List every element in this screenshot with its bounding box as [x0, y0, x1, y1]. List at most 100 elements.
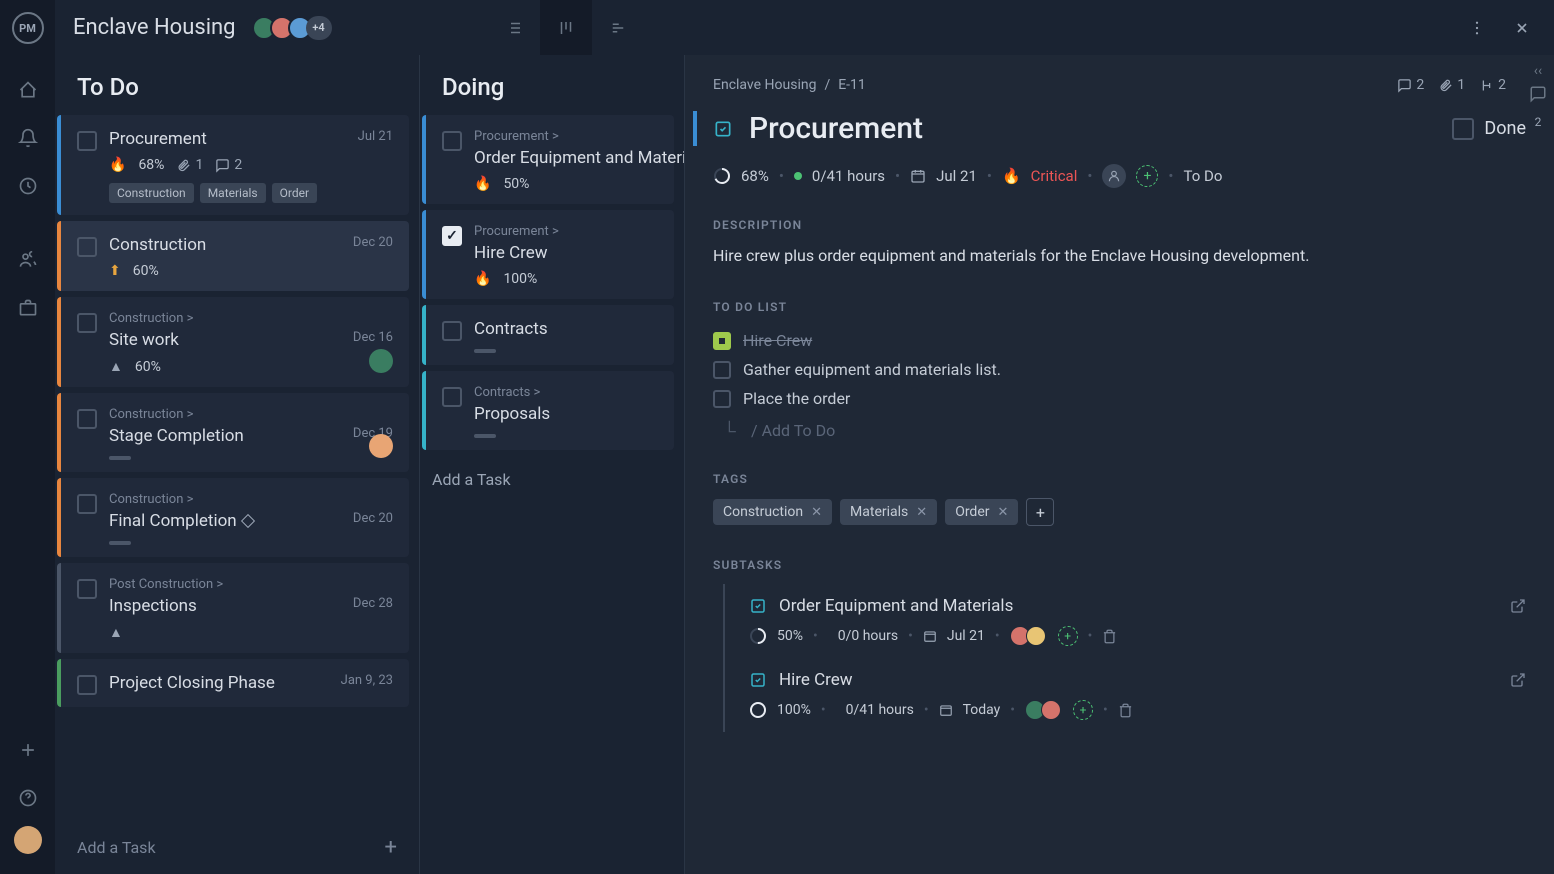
plus-icon[interactable]: +: [385, 835, 397, 860]
crumb-project[interactable]: Enclave Housing: [713, 77, 816, 93]
assignee-avatar[interactable]: [369, 349, 393, 373]
task-card[interactable]: Contracts > Proposals: [422, 371, 674, 450]
status-dot: [794, 172, 802, 180]
detail-tag[interactable]: Order✕: [945, 499, 1018, 525]
external-link-icon[interactable]: [1510, 672, 1526, 688]
task-checkbox[interactable]: [442, 321, 462, 341]
detail-status[interactable]: To Do: [1183, 167, 1222, 185]
parent-task: Procurement >: [474, 129, 684, 144]
todo-item[interactable]: Gather equipment and materials list.: [713, 355, 1526, 384]
more-menu-icon[interactable]: [1462, 13, 1492, 43]
todo-item[interactable]: Place the order: [713, 384, 1526, 413]
task-checkbox[interactable]: [77, 494, 97, 514]
task-card[interactable]: Post Construction > InspectionsDec 28 ▲: [57, 563, 409, 653]
current-user-avatar[interactable]: [14, 826, 42, 854]
flame-icon: 🔥: [474, 271, 491, 287]
task-card[interactable]: Construction > Final Completion Dec 20: [57, 478, 409, 557]
task-checkbox[interactable]: [77, 675, 97, 695]
task-checkbox[interactable]: [77, 313, 97, 333]
done-checkbox[interactable]: [1452, 118, 1474, 140]
task-checkbox[interactable]: [442, 131, 462, 151]
add-task-footer[interactable]: Add a Task +: [55, 821, 419, 874]
task-checkbox[interactable]: [77, 131, 97, 151]
add-tag-button[interactable]: +: [1026, 498, 1054, 526]
todo-checkbox[interactable]: [713, 390, 731, 408]
stat-comments[interactable]: 2: [1397, 77, 1424, 93]
column-todo: To Do ProcurementJul 21 🔥68% 1 2: [55, 55, 420, 874]
app-sidebar: PM: [0, 0, 55, 874]
crumb-id[interactable]: E-11: [838, 77, 866, 93]
progress-donut-icon: [749, 627, 767, 645]
remove-tag-icon[interactable]: ✕: [998, 505, 1009, 520]
task-card[interactable]: Procurement > Order Equipment and Materi…: [422, 115, 674, 204]
assignee-avatar[interactable]: [369, 434, 393, 458]
task-checkbox[interactable]: [442, 387, 462, 407]
list-view-tab[interactable]: [488, 0, 540, 55]
app-logo[interactable]: PM: [12, 12, 44, 44]
done-toggle[interactable]: Done: [1452, 118, 1526, 140]
breadcrumb[interactable]: Enclave Housing / E-11: [713, 77, 866, 93]
task-checkbox[interactable]: ✓: [442, 226, 462, 246]
trash-icon[interactable]: [1102, 629, 1117, 644]
plus-icon[interactable]: [8, 730, 48, 770]
project-header: Enclave Housing +4: [55, 0, 1554, 55]
people-icon[interactable]: [8, 240, 48, 280]
subtask-assignees[interactable]: [1025, 700, 1061, 720]
collapse-panel[interactable]: ‹‹ 2: [1528, 63, 1548, 129]
todo-checkbox[interactable]: [713, 361, 731, 379]
subtask-assignees[interactable]: [1010, 626, 1046, 646]
remove-tag-icon[interactable]: ✕: [916, 505, 927, 520]
task-card[interactable]: ProcurementJul 21 🔥68% 1 2 Construction …: [57, 115, 409, 215]
clock-icon[interactable]: [8, 166, 48, 206]
task-card[interactable]: Construction > Site workDec 16 ▲60%: [57, 297, 409, 387]
task-card[interactable]: ✓ Procurement > Hire Crew 🔥100%: [422, 210, 674, 299]
attachment-count: 1: [176, 157, 203, 173]
task-percent: 60%: [133, 263, 159, 279]
task-card[interactable]: ConstructionDec 20 ⬆60%: [57, 221, 409, 291]
add-assignee-button[interactable]: +: [1058, 626, 1078, 646]
detail-tag[interactable]: Construction✕: [713, 499, 832, 525]
external-link-icon[interactable]: [1510, 598, 1526, 614]
project-members[interactable]: +4: [252, 16, 332, 40]
add-todo-input[interactable]: / Add To Do: [713, 421, 1526, 440]
task-card[interactable]: Contracts: [422, 305, 674, 365]
subtask-percent: 100%: [777, 702, 811, 718]
task-card[interactable]: Construction > Stage CompletionDec 19: [57, 393, 409, 472]
todo-item[interactable]: Hire Crew: [713, 326, 1526, 355]
add-assignee-button[interactable]: +: [1073, 700, 1093, 720]
trash-icon[interactable]: [1118, 703, 1133, 718]
detail-tag[interactable]: Materials✕: [840, 499, 937, 525]
task-checkbox[interactable]: [77, 579, 97, 599]
subtask-item[interactable]: Order Equipment and Materials 50%• 0/0 h…: [723, 584, 1526, 658]
remove-tag-icon[interactable]: ✕: [811, 505, 822, 520]
detail-priority[interactable]: Critical: [1031, 167, 1078, 185]
task-checkbox[interactable]: [77, 237, 97, 257]
detail-date[interactable]: Jul 21: [936, 167, 977, 185]
help-icon[interactable]: [8, 778, 48, 818]
subtask-percent: 50%: [777, 628, 803, 644]
stat-subtasks[interactable]: 2: [1479, 77, 1506, 93]
todo-checkbox[interactable]: [713, 332, 731, 350]
parent-task: Construction >: [109, 407, 393, 422]
task-title: Project Closing Phase: [109, 673, 275, 693]
board-view-tab[interactable]: [540, 0, 592, 55]
bell-icon[interactable]: [8, 118, 48, 158]
gantt-view-tab[interactable]: [592, 0, 644, 55]
briefcase-icon[interactable]: [8, 288, 48, 328]
home-icon[interactable]: [8, 70, 48, 110]
assignee-placeholder[interactable]: [1102, 164, 1126, 188]
column-doing: Doing Procurement > Order Equipment and …: [420, 55, 685, 874]
close-icon[interactable]: [1508, 14, 1536, 42]
task-checkbox[interactable]: [77, 409, 97, 429]
task-detail-panel: ‹‹ 2 Enclave Housing / E-11 2 1: [685, 55, 1554, 874]
description-text[interactable]: Hire crew plus order equipment and mater…: [713, 244, 1526, 268]
detail-hours[interactable]: 0/41 hours: [812, 167, 885, 185]
task-card[interactable]: Project Closing PhaseJan 9, 23: [57, 659, 409, 707]
stat-attachments[interactable]: 1: [1438, 77, 1465, 93]
column-title: To Do: [55, 55, 419, 115]
add-assignee-button[interactable]: +: [1136, 165, 1158, 187]
chevron-left-icon: ‹‹: [1528, 63, 1548, 79]
add-task-footer[interactable]: Add a Task: [420, 456, 680, 503]
detail-title[interactable]: Procurement: [749, 111, 923, 146]
subtask-item[interactable]: Hire Crew 100%• 0/41 hours• Today• +•: [723, 658, 1526, 732]
